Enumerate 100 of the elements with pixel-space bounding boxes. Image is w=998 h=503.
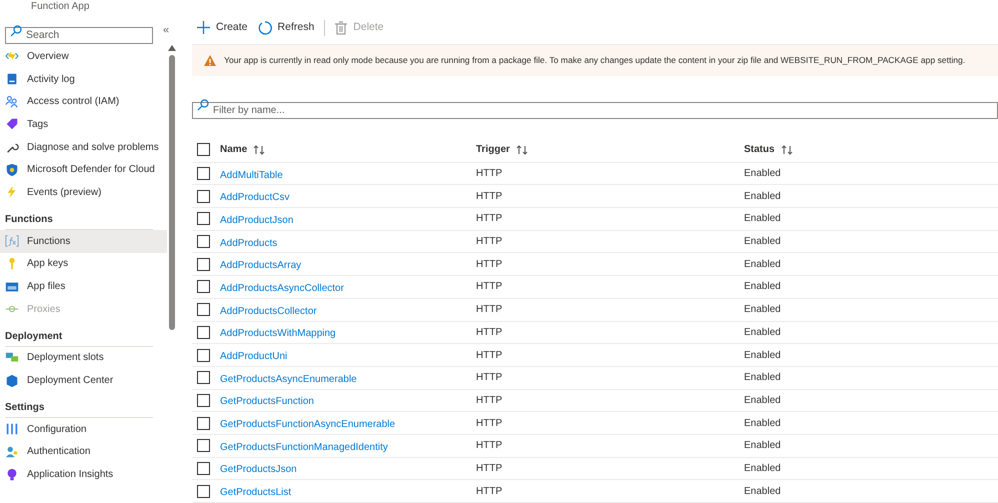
row-checkbox[interactable]	[197, 303, 210, 316]
function-link[interactable]: GetProductsFunctionManagedIdentity	[220, 442, 388, 453]
row-checkbox[interactable]	[197, 280, 210, 294]
row-checkbox[interactable]	[197, 462, 210, 475]
table-cell-text: Enabled	[744, 303, 781, 318]
section-heading: Settings	[5, 398, 153, 418]
nav-item[interactable]: Access control (IAM)	[0, 90, 167, 114]
function-link[interactable]: AddProductCsv	[220, 192, 290, 204]
table-cell-text: Enabled	[744, 439, 781, 454]
nav-item[interactable]: Deployment Center	[0, 369, 167, 392]
table-cell-text: HTTP	[476, 348, 504, 363]
table-cell-text: Enabled	[744, 371, 781, 386]
collapse-button[interactable]: «	[163, 22, 170, 39]
column-header[interactable]: Status	[744, 142, 775, 158]
table-cell-text: HTTP	[476, 371, 504, 386]
warning-icon	[204, 54, 216, 66]
table-cell-text: HTTP	[476, 484, 504, 499]
warning-text: Your app is currently in read only mode because you are running from a package file. To make any changes update the content in your zip file and WEBSITE_RUN_FROM_PACKAGE app setting.	[224, 54, 966, 67]
column-header[interactable]: Trigger	[476, 142, 510, 158]
function-link[interactable]: AddProductsArray	[220, 260, 302, 272]
table-cell-text: HTTP	[476, 190, 504, 204]
nav-item[interactable]: Configuration	[0, 418, 167, 441]
nav-item[interactable]: App keys	[0, 252, 167, 276]
function-link[interactable]: AddProductUni	[220, 351, 288, 362]
sliders-icon	[5, 422, 19, 436]
nav-item[interactable]: Diagnose and solve problems	[0, 136, 167, 158]
tag-icon	[5, 117, 19, 132]
nav-item[interactable]: Events (preview)	[0, 181, 167, 204]
log-icon	[5, 72, 19, 86]
row-checkbox[interactable]	[197, 167, 210, 180]
function-link[interactable]: AddProductJson	[220, 214, 294, 226]
refresh-button[interactable]: Refresh	[258, 20, 314, 36]
row-checkbox[interactable]	[197, 348, 210, 362]
table-cell-text: Enabled	[744, 416, 781, 431]
nav-item[interactable]: Microsoft Defender for Cloud	[0, 158, 167, 182]
shield-icon	[5, 162, 19, 177]
table-cell-text: Enabled	[744, 280, 781, 294]
table-cell-text: HTTP	[476, 394, 504, 408]
table-cell-text: HTTP	[476, 258, 504, 272]
table-cell-text: Enabled	[744, 348, 781, 363]
table-cell-text: HTTP	[476, 462, 504, 476]
search-icon	[10, 24, 22, 36]
table-cell-text: HTTP	[476, 280, 504, 294]
function-link[interactable]: AddProducts	[220, 238, 278, 249]
table-cell-text: HTTP	[476, 212, 504, 226]
function-link[interactable]: GetProductsJson	[220, 464, 297, 476]
function-link[interactable]: GetProductsFunction	[220, 396, 314, 408]
function-icon	[5, 234, 19, 248]
table-cell-text: Enabled	[744, 258, 781, 272]
select-all-checkbox[interactable]	[197, 143, 210, 156]
refresh-icon	[258, 20, 272, 35]
table-cell-text: HTTP	[476, 167, 504, 182]
table-cell-text: HTTP	[476, 235, 504, 250]
trash-icon	[335, 20, 348, 35]
nav-item[interactable]: Application Insights	[0, 463, 167, 486]
table-cell-text: HTTP	[476, 416, 504, 431]
function-link[interactable]: GetProductsList	[220, 487, 292, 498]
function-link[interactable]: AddProductsAsyncCollector	[220, 282, 344, 294]
nav-item[interactable]: Authentication	[0, 440, 167, 464]
function-link[interactable]: AddMultiTable	[220, 170, 283, 181]
row-checkbox[interactable]	[197, 212, 210, 226]
section-heading: Deployment	[5, 326, 153, 347]
row-checkbox[interactable]	[197, 371, 210, 384]
table-cell-text: Enabled	[744, 484, 781, 499]
nav-item[interactable]: Overview	[0, 45, 167, 68]
people-icon	[5, 94, 19, 109]
row-checkbox[interactable]	[197, 235, 210, 248]
table-cell-text: HTTP	[476, 439, 504, 454]
table-cell-text: Enabled	[744, 326, 781, 340]
table-cell-text: Enabled	[744, 462, 781, 476]
row-checkbox[interactable]	[197, 190, 210, 203]
resource-type: Function App	[31, 2, 90, 12]
row-checkbox[interactable]	[197, 416, 210, 430]
column-header[interactable]: Name	[220, 142, 248, 158]
row-checkbox[interactable]	[197, 258, 210, 271]
nav-item[interactable]: Functions	[0, 230, 167, 252]
function-link[interactable]: GetProductsFunctionAsyncEnumerable	[220, 419, 396, 430]
table-cell-text: HTTP	[476, 303, 504, 318]
sort-icon[interactable]	[253, 144, 266, 155]
table-cell-text: HTTP	[476, 326, 504, 340]
row-checkbox[interactable]	[197, 394, 210, 407]
search-field[interactable]: Search	[5, 26, 153, 44]
nav-item[interactable]: Tags	[0, 113, 167, 136]
function-link[interactable]: AddProductsWithMapping	[220, 328, 336, 340]
sort-icon[interactable]	[780, 144, 793, 155]
function-link[interactable]: AddProductsCollector	[220, 306, 317, 317]
table-cell-text: Enabled	[744, 212, 781, 226]
sort-icon[interactable]	[516, 144, 528, 155]
nav-item[interactable]: Activity log	[0, 68, 167, 90]
plus-icon	[197, 21, 210, 34]
table-cell-text: Enabled	[744, 235, 781, 250]
nav-item[interactable]: Deployment slots	[0, 346, 167, 370]
table-cell-text: Enabled	[744, 394, 781, 408]
nav-item[interactable]: App files	[0, 275, 167, 298]
function-link[interactable]: GetProductsAsyncEnumerable	[220, 374, 357, 385]
create-button[interactable]: Create	[197, 20, 248, 36]
row-checkbox[interactable]	[197, 326, 210, 339]
row-checkbox[interactable]	[197, 484, 210, 498]
row-checkbox[interactable]	[197, 439, 210, 452]
filter-field[interactable]: Filter by name...	[192, 102, 998, 119]
